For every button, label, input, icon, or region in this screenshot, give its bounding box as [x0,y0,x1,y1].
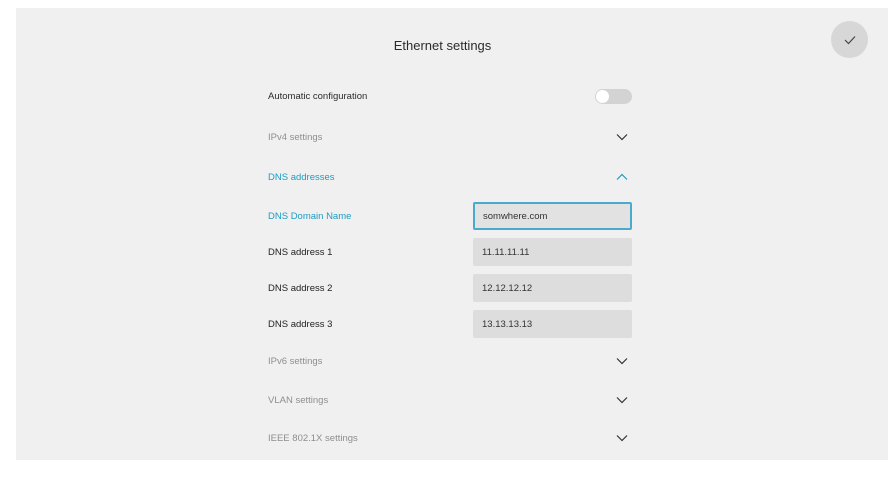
dns-domain-row: DNS Domain Name [268,202,468,230]
section-ipv4-label: IPv4 settings [268,131,323,143]
dns-address1-row: DNS address 1 [268,238,468,266]
section-ieee[interactable]: IEEE 802.1X settings [268,424,632,452]
chevron-down-icon [616,358,628,365]
chevron-up-icon [616,173,628,180]
dns-address2-input[interactable]: 12.12.12.12 [473,274,632,302]
toggle-knob [596,89,609,103]
section-vlan-label: VLAN settings [268,394,329,406]
section-vlan[interactable]: VLAN settings [268,386,632,414]
section-ieee-label: IEEE 802.1X settings [268,432,358,444]
auto-config-label: Automatic configuration [268,90,368,102]
dns-address3-label: DNS address 3 [268,318,333,330]
dns-domain-input[interactable]: somwhere.com [473,202,632,230]
section-ipv6-label: IPv6 settings [268,355,323,367]
dns-domain-label: DNS Domain Name [268,210,352,222]
section-ipv4[interactable]: IPv4 settings [268,123,632,151]
dns-address3-row: DNS address 3 [268,310,468,338]
section-ipv6[interactable]: IPv6 settings [268,347,632,375]
dns-address1-input[interactable]: 11.11.11.11 [473,238,632,266]
chevron-down-icon [616,435,628,442]
settings-screen: Ethernet settings Automatic configuratio… [16,8,888,460]
chevron-down-icon [616,134,628,141]
section-dns[interactable]: DNS addresses [268,163,632,191]
chevron-down-icon [616,397,628,404]
checkmark-icon [844,35,855,44]
section-dns-label: DNS addresses [268,171,335,183]
confirm-button[interactable] [831,21,868,58]
dns-address2-label: DNS address 2 [268,282,333,294]
auto-config-row: Automatic configuration [268,82,632,110]
dns-address2-row: DNS address 2 [268,274,468,302]
dns-address1-label: DNS address 1 [268,246,333,258]
dns-address3-input[interactable]: 13.13.13.13 [473,310,632,338]
auto-config-toggle[interactable] [595,88,632,104]
page-title: Ethernet settings [393,38,492,53]
